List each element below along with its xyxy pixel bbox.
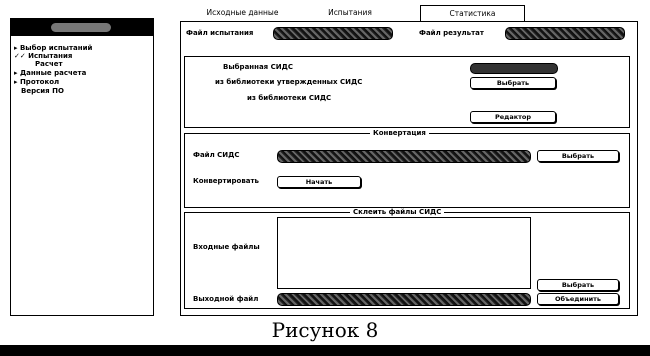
tree-header xyxy=(11,19,153,36)
bottom-border xyxy=(0,345,650,356)
input-files-label: Входные файлы xyxy=(193,243,260,251)
select-sids-button[interactable]: Выбрать xyxy=(470,77,556,89)
tab-source-data[interactable]: Исходные данные xyxy=(195,5,290,22)
approved-library-label: из библиотеки утвержденных СИДС xyxy=(215,78,363,86)
output-file-field[interactable] xyxy=(277,293,531,306)
tree-item-test-selection[interactable]: ▸ Выбор испытаний xyxy=(14,44,92,52)
merge-button[interactable]: Объединить xyxy=(537,293,619,305)
tab-tests[interactable]: Испытания xyxy=(305,5,395,22)
statistics-panel: Файл испытания Файл результат Выбранная … xyxy=(180,21,638,316)
tree-item-protocol[interactable]: ▸ Протокол xyxy=(14,78,59,86)
tree-header-title xyxy=(51,23,111,32)
selected-sids-field[interactable] xyxy=(470,63,558,74)
conversion-group: Конвертация Файл СИДС Выбрать Конвертиро… xyxy=(184,129,630,208)
start-button[interactable]: Начать xyxy=(277,176,361,188)
convert-label: Конвертировать xyxy=(193,177,259,185)
figure-caption: Рисунок 8 xyxy=(271,318,379,342)
merge-files-title: Склеить файлы СИДС xyxy=(350,208,445,216)
test-file-field[interactable] xyxy=(273,27,393,40)
sids-group: Выбранная СИДС из библиотеки утвержденны… xyxy=(184,56,630,128)
navigation-tree-panel: ▸ Выбор испытаний ✓✓ Испытания Расчет ▸ … xyxy=(10,18,154,316)
result-file-field[interactable] xyxy=(505,27,625,40)
selected-sids-label: Выбранная СИДС xyxy=(223,63,293,71)
browse-sids-button[interactable]: Выбрать xyxy=(537,150,619,162)
sids-file-field[interactable] xyxy=(277,150,531,163)
tree-item-software-version[interactable]: Версия ПО xyxy=(21,87,64,95)
editor-button[interactable]: Редактор xyxy=(470,111,556,123)
select-input-files-button[interactable]: Выбрать xyxy=(537,279,619,291)
test-file-label: Файл испытания xyxy=(186,29,254,37)
sids-file-label: Файл СИДС xyxy=(193,151,240,159)
result-file-label: Файл результат xyxy=(419,29,484,37)
merge-files-group: Склеить файлы СИДС Входные файлы Выбрать… xyxy=(184,208,630,309)
output-file-label: Выходной файл xyxy=(193,295,259,303)
conversion-title: Конвертация xyxy=(370,129,429,137)
tree-item-calculation-data[interactable]: ▸ Данные расчета xyxy=(14,69,86,77)
library-label: из библиотеки СИДС xyxy=(247,94,332,102)
input-files-list[interactable] xyxy=(277,217,531,289)
tree-item-tests[interactable]: ✓✓ Испытания xyxy=(14,52,72,60)
tree-item-calculation[interactable]: Расчет xyxy=(35,60,63,68)
